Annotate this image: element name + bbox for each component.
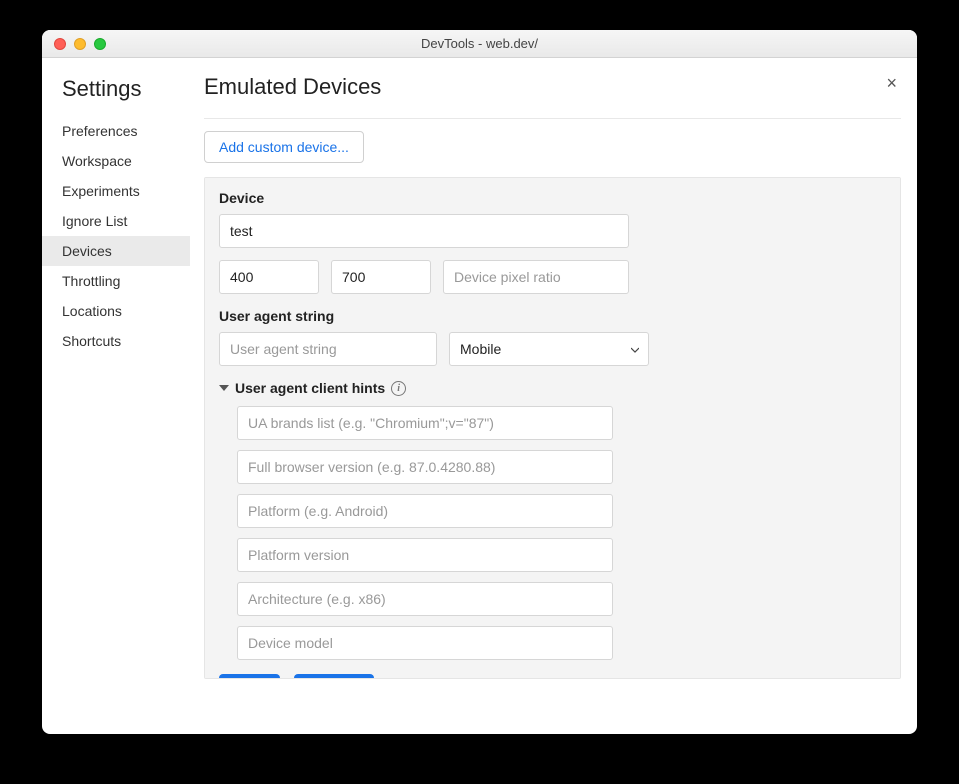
settings-content: × Settings Preferences Workspace Experim…: [42, 58, 917, 734]
add-custom-device-button[interactable]: Add custom device...: [204, 131, 364, 163]
platform-input[interactable]: [237, 494, 613, 528]
sidebar-item-shortcuts[interactable]: Shortcuts: [58, 326, 188, 356]
device-height-input[interactable]: [331, 260, 431, 294]
ua-section-label: User agent string: [219, 308, 882, 324]
device-editor-actions: Add Cancel: [219, 674, 882, 679]
device-section-label: Device: [219, 190, 882, 206]
titlebar: DevTools - web.dev/: [42, 30, 917, 58]
ua-brands-input[interactable]: [237, 406, 613, 440]
sidebar-item-locations[interactable]: Locations: [58, 296, 188, 326]
sidebar-item-devices[interactable]: Devices: [42, 236, 190, 266]
cancel-button[interactable]: Cancel: [294, 674, 374, 679]
settings-title: Settings: [58, 76, 188, 116]
sidebar-item-workspace[interactable]: Workspace: [58, 146, 188, 176]
disclosure-triangle-icon: [219, 385, 229, 391]
user-agent-input[interactable]: [219, 332, 437, 366]
sidebar-item-experiments[interactable]: Experiments: [58, 176, 188, 206]
traffic-lights: [54, 38, 106, 50]
device-name-input[interactable]: [219, 214, 629, 248]
window-minimize-button[interactable]: [74, 38, 86, 50]
devtools-window: DevTools - web.dev/ × Settings Preferenc…: [42, 30, 917, 734]
platform-version-input[interactable]: [237, 538, 613, 572]
client-hints-fields: [219, 406, 613, 660]
info-icon[interactable]: i: [391, 381, 406, 396]
settings-sidebar: Settings Preferences Workspace Experimen…: [58, 74, 188, 734]
full-browser-version-input[interactable]: [237, 450, 613, 484]
close-settings-button[interactable]: ×: [886, 74, 897, 92]
sidebar-item-ignore-list[interactable]: Ignore List: [58, 206, 188, 236]
sidebar-item-preferences[interactable]: Preferences: [58, 116, 188, 146]
user-agent-type-select[interactable]: Mobile: [449, 332, 649, 366]
settings-main: Emulated Devices Add custom device... De…: [188, 74, 901, 734]
window-close-button[interactable]: [54, 38, 66, 50]
add-custom-row: Add custom device...: [204, 119, 901, 177]
window-title: DevTools - web.dev/: [42, 36, 917, 51]
add-button[interactable]: Add: [219, 674, 280, 679]
window-zoom-button[interactable]: [94, 38, 106, 50]
device-model-input[interactable]: [237, 626, 613, 660]
client-hints-toggle[interactable]: User agent client hints i: [219, 380, 882, 396]
device-pixel-ratio-input[interactable]: [443, 260, 629, 294]
device-editor-panel: Device User agent string Mobile: [204, 177, 901, 679]
architecture-input[interactable]: [237, 582, 613, 616]
client-hints-label: User agent client hints: [235, 380, 385, 396]
sidebar-item-throttling[interactable]: Throttling: [58, 266, 188, 296]
device-width-input[interactable]: [219, 260, 319, 294]
page-heading: Emulated Devices: [204, 74, 901, 119]
